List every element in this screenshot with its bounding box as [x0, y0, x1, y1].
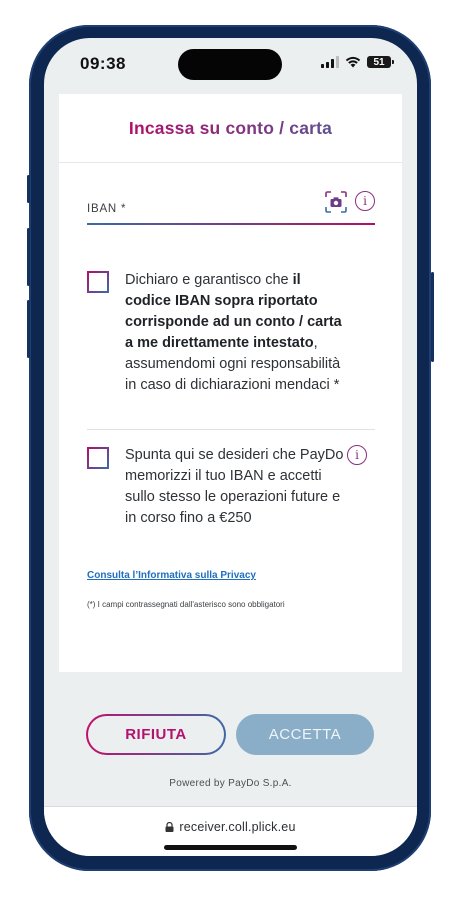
wifi-icon — [345, 56, 361, 68]
page-title: Incassa su conto / carta — [59, 118, 402, 139]
privacy-link[interactable]: Consulta l’Informativa sulla Privacy — [87, 570, 256, 581]
volume-up-button — [27, 228, 30, 286]
form-card: Incassa su conto / carta IBAN * i Dichia… — [59, 94, 402, 672]
iban-underline — [87, 223, 375, 225]
store-iban-info-icon[interactable]: i — [347, 445, 367, 465]
status-icons: 51 — [321, 56, 394, 68]
status-bar: 09:38 51 — [44, 38, 417, 90]
store-iban-text: Spunta qui se desideri che PayDo memoriz… — [125, 447, 344, 526]
iban-field[interactable]: IBAN * i — [87, 191, 375, 225]
info-icon[interactable]: i — [355, 191, 375, 211]
accept-button[interactable]: ACCETTA — [236, 714, 374, 755]
section-divider — [87, 429, 375, 430]
dynamic-island — [178, 49, 282, 80]
reject-button[interactable]: RIFIUTA — [86, 714, 226, 755]
store-iban-checkbox[interactable] — [87, 447, 109, 469]
battery-icon: 51 — [367, 56, 394, 68]
home-indicator[interactable] — [164, 845, 297, 850]
reject-button-label: RIFIUTA — [88, 716, 224, 753]
required-fields-note: (*) I campi contrassegnati dall'asterisc… — [87, 600, 285, 609]
url-display[interactable]: receiver.coll.plick.eu — [44, 820, 417, 834]
title-divider — [59, 162, 402, 163]
url-text: receiver.coll.plick.eu — [179, 820, 296, 834]
volume-down-button — [27, 300, 30, 358]
mute-switch — [27, 175, 30, 203]
declaration-text: Dichiaro e garantisco che il codice IBAN… — [125, 270, 350, 396]
browser-url-bar[interactable]: receiver.coll.plick.eu — [44, 806, 417, 856]
status-time: 09:38 — [80, 54, 126, 73]
lock-icon — [165, 822, 174, 832]
declaration-text-part1: Dichiaro e garantisco che — [125, 272, 293, 288]
iban-label: IBAN * — [87, 203, 127, 215]
signal-icon — [321, 56, 339, 68]
power-button — [431, 272, 434, 362]
page-title-text: Incassa su conto / carta — [128, 118, 333, 138]
declaration-checkbox[interactable] — [87, 271, 109, 293]
screen: 09:38 51 Incassa su conto / carta IBAN * — [44, 38, 417, 856]
powered-by: Powered by PayDo S.p.A. — [169, 778, 292, 789]
camera-scan-icon[interactable] — [325, 191, 347, 213]
